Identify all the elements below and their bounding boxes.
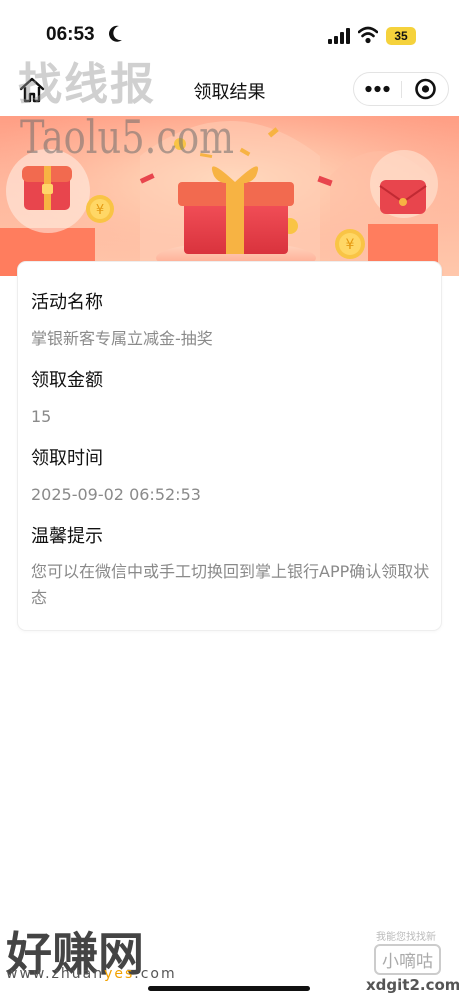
watermark-corner-small: 我能您找找新 <box>376 932 436 943</box>
page: 06:53 35 领取结果 ¥ ¥ 活动名称 掌银新客专属立减金-抽奖 领取金额… <box>0 0 459 1000</box>
home-indicator[interactable] <box>148 986 310 991</box>
claim-time-value: 2025-09-02 06:52:53 <box>31 485 201 504</box>
svg-text:¥: ¥ <box>96 203 104 218</box>
more-icon[interactable] <box>354 73 401 105</box>
result-card: 活动名称 掌银新客专属立减金-抽奖 领取金额 15 领取时间 2025-09-0… <box>18 262 441 630</box>
watermark-corner-url: xdgit2.com <box>366 976 459 994</box>
wifi-icon <box>358 26 378 44</box>
moon-icon <box>109 25 122 42</box>
claim-time-label: 领取时间 <box>31 448 103 469</box>
claim-amount-label: 领取金额 <box>31 370 103 391</box>
activity-name-value: 掌银新客专属立减金-抽奖 <box>31 329 213 348</box>
watermark-corner-box: 小嘀咕 <box>374 944 441 975</box>
tip-label: 温馨提示 <box>31 526 103 547</box>
status-time: 06:53 <box>46 24 95 45</box>
close-mini-program-icon[interactable] <box>402 73 449 105</box>
battery-indicator: 35 <box>386 27 416 45</box>
watermark-bottom-url: www.zhuanyes.com <box>6 966 177 982</box>
reward-banner: ¥ ¥ <box>0 116 459 276</box>
signal-icon <box>328 28 350 44</box>
activity-name-label: 活动名称 <box>31 292 103 313</box>
mini-program-capsule <box>353 72 449 106</box>
svg-text:¥: ¥ <box>346 237 355 253</box>
status-bar: 06:53 35 <box>0 0 459 64</box>
banner-illustration: ¥ ¥ <box>0 116 459 276</box>
watermark-bottom-logo: 好赚网 <box>6 927 144 981</box>
claim-amount-value: 15 <box>31 407 52 426</box>
tip-value: 您可以在微信中或手工切换回到掌上银行APP确认领取状态 <box>31 562 430 607</box>
nav-bar: 领取结果 <box>0 64 459 116</box>
